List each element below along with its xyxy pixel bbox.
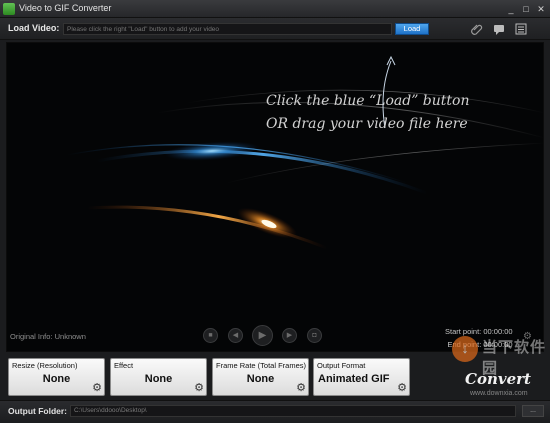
play-button[interactable]: ▶ <box>252 325 273 346</box>
original-info: Original Info: Unknown <box>10 332 86 341</box>
frame-rate-value: None <box>246 373 275 385</box>
paperclip-icon[interactable] <box>470 22 484 36</box>
effect-value: None <box>144 373 173 385</box>
previous-button[interactable]: ◀ <box>228 328 243 343</box>
output-format-panel[interactable]: Output Format Animated GIF ⚙ <box>313 358 410 396</box>
output-format-label: Output Format <box>317 361 366 370</box>
effect-panel[interactable]: Effect None ⚙ <box>110 358 207 396</box>
output-format-value: Animated GIF <box>318 373 390 385</box>
stop-button[interactable]: ■ <box>203 328 218 343</box>
load-button[interactable]: Load <box>395 23 429 35</box>
frame-rate-label: Frame Rate (Total Frames) <box>216 361 307 370</box>
effect-gear-icon[interactable]: ⚙ <box>194 383 204 394</box>
video-path-input[interactable] <box>63 23 392 35</box>
window-title: Video to GIF Converter <box>19 3 112 13</box>
output-format-gear-icon[interactable]: ⚙ <box>397 383 407 394</box>
load-video-bar: Load Video: Load <box>0 18 550 40</box>
screenshot-button[interactable]: ◘ <box>307 328 322 343</box>
output-folder-path[interactable]: C:\Users\ddooo\Desktop\ <box>70 405 516 417</box>
resize-value: None <box>42 373 71 385</box>
output-folder-bar: Output Folder: C:\Users\ddooo\Desktop\ .… <box>0 400 550 423</box>
list-icon[interactable] <box>514 22 528 36</box>
watermark-logo-icon: ↓ <box>452 336 478 362</box>
comment-icon[interactable] <box>492 22 506 36</box>
resize-panel[interactable]: Resize (Resolution) None ⚙ <box>8 358 105 396</box>
frame-rate-panel[interactable]: Frame Rate (Total Frames) None ⚙ <box>212 358 309 396</box>
title-bar: Video to GIF Converter _ □ ✕ <box>0 0 550 18</box>
load-video-label: Load Video: <box>8 23 60 33</box>
frame-rate-gear-icon[interactable]: ⚙ <box>296 383 306 394</box>
app-logo-icon <box>3 3 15 15</box>
light-streak-background <box>7 43 543 351</box>
convert-button[interactable]: Convert <box>452 366 544 392</box>
minimize-button[interactable]: _ <box>505 4 517 14</box>
maximize-button[interactable]: □ <box>520 4 532 14</box>
resize-gear-icon[interactable]: ⚙ <box>92 383 102 394</box>
drop-hint-line2: OR drag your video file here <box>266 116 468 132</box>
effect-label: Effect <box>114 361 134 370</box>
browse-folder-button[interactable]: ... <box>522 405 544 417</box>
close-button[interactable]: ✕ <box>535 4 547 14</box>
video-preview-area[interactable]: Click the blue “Load” button OR drag you… <box>6 42 544 352</box>
next-button[interactable]: ▶ <box>282 328 297 343</box>
drop-hint-line1: Click the blue “Load” button <box>266 93 470 109</box>
output-folder-label: Output Folder: <box>8 406 68 416</box>
resize-label: Resize (Resolution) <box>12 361 78 370</box>
